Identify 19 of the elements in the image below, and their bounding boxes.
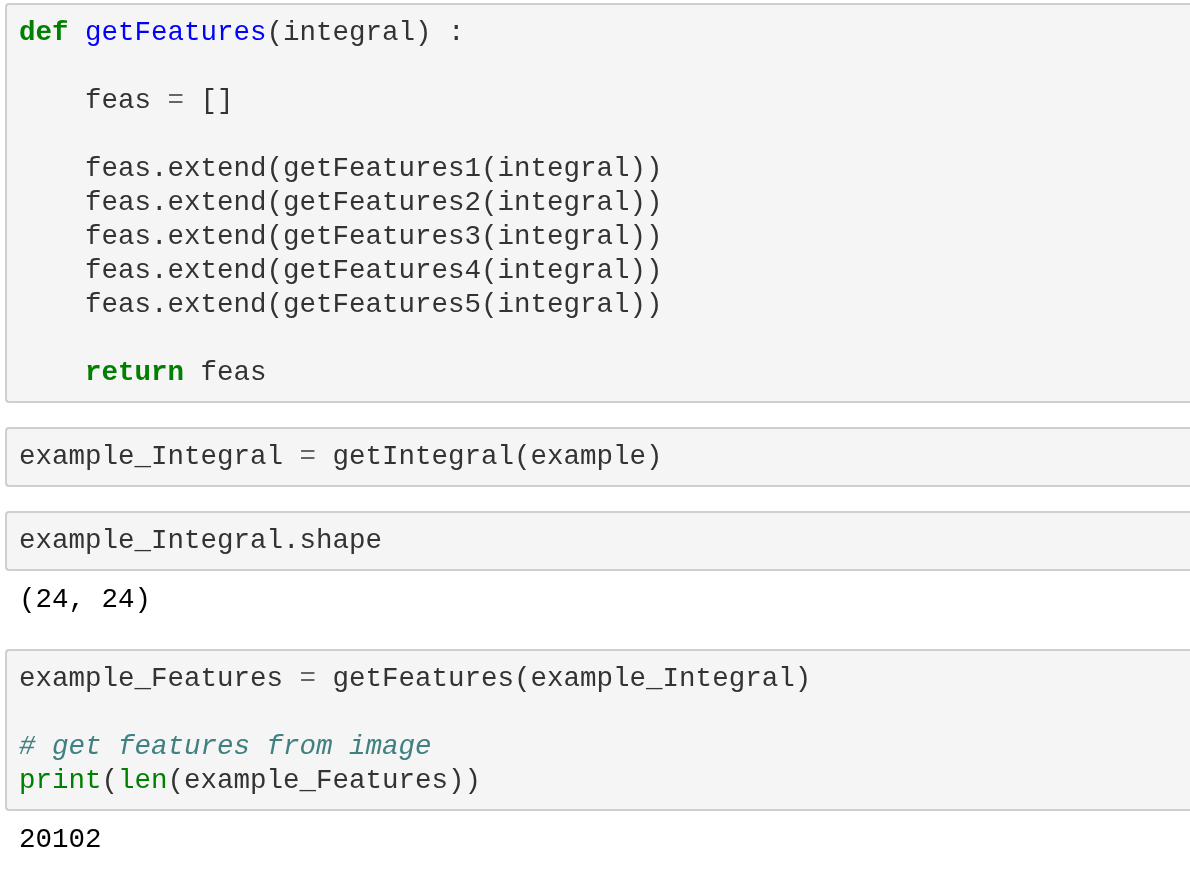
code-cell[interactable]: example_Features = getFeatures(example_Integral) # get features from image print(len(example_Features)) [5, 649, 1190, 811]
cell-output: 20102 [18, 823, 103, 857]
code-line: def getFeatures(integral) : [19, 16, 466, 50]
code-line: example_Integral = getIntegral(example) [19, 440, 664, 474]
code-line: example_Integral.shape [19, 524, 384, 558]
code-cell[interactable]: example_Integral.shape [5, 511, 1190, 571]
code-line: feas.extend(getFeatures2(integral)) [84, 186, 664, 220]
code-line: feas.extend(getFeatures3(integral)) [84, 220, 664, 254]
code-cell[interactable] [5, 3, 1190, 403]
code-line: feas.extend(getFeatures4(integral)) [84, 254, 664, 288]
code-line: return feas [84, 356, 268, 390]
code-line: # get features from image [19, 730, 433, 764]
code-line: feas.extend(getFeatures1(integral)) [84, 152, 664, 186]
code-cell[interactable]: example_Integral = getIntegral(example) [5, 427, 1190, 487]
code-line: print(len(example_Features)) [19, 764, 483, 798]
code-line: feas = [] [84, 84, 235, 118]
code-line: feas.extend(getFeatures5(integral)) [84, 288, 664, 322]
code-line: example_Features = getFeatures(example_Integral) [19, 662, 813, 696]
cell-output: (24, 24) [18, 583, 153, 617]
